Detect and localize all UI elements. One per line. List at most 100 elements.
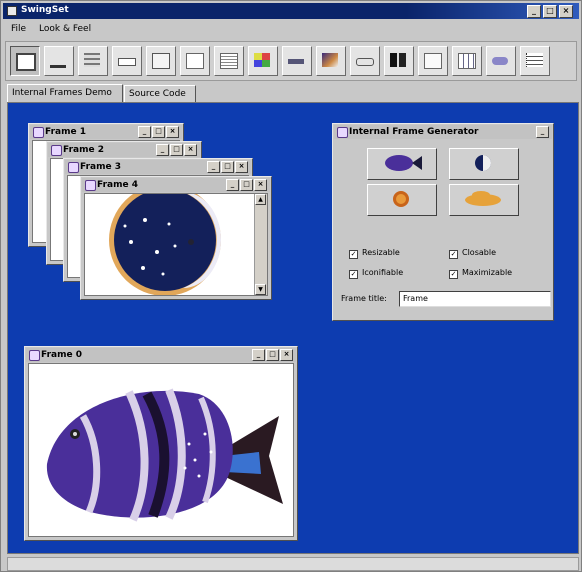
frame-title-bar[interactable]: Frame 2 _ □ × xyxy=(48,143,200,157)
internal-frames-button[interactable] xyxy=(10,46,40,76)
closable-checkbox[interactable]: ✓ Closable xyxy=(449,248,496,259)
frame-title: Frame 0 xyxy=(41,350,82,360)
checkbox-demo-button[interactable] xyxy=(78,46,108,76)
checkbox-check: ✓ xyxy=(449,250,458,259)
frame-content: ▲ ▼ xyxy=(84,193,268,296)
frame-content xyxy=(28,363,294,537)
internal-frame-generator[interactable]: Internal Frame Generator _ ✓ Resizable ✓ C… xyxy=(332,123,554,321)
frame-title-input[interactable]: Frame xyxy=(399,291,551,307)
frame-close-button[interactable]: × xyxy=(254,179,267,191)
scroll-down-arrow[interactable]: ▼ xyxy=(255,284,266,295)
frame-maximize-button[interactable]: □ xyxy=(266,349,279,361)
checkbox-check: ✓ xyxy=(449,270,458,279)
file-chooser-icon xyxy=(152,53,170,69)
frame-title: Frame 1 xyxy=(45,127,86,137)
scroll-pane-demo-button[interactable] xyxy=(316,46,346,76)
frame-maximize-button[interactable]: □ xyxy=(170,144,183,156)
frame-minimize-button[interactable]: _ xyxy=(536,126,549,138)
window-title: SwingSet xyxy=(21,5,69,15)
tree-demo-button[interactable] xyxy=(520,46,550,76)
vertical-scrollbar[interactable]: ▲ ▼ xyxy=(254,194,267,295)
frame-close-button[interactable]: × xyxy=(280,349,293,361)
create-moon-frame-button[interactable] xyxy=(449,148,519,180)
list-demo-button[interactable] xyxy=(180,46,210,76)
maximizable-checkbox[interactable]: ✓ Maximizable xyxy=(449,268,512,279)
table-demo-button[interactable] xyxy=(452,46,482,76)
frame-close-button[interactable]: × xyxy=(166,126,179,138)
frame-minimize-button[interactable]: _ xyxy=(252,349,265,361)
frame-icon xyxy=(68,162,79,173)
menu-bar: File Look & Feel xyxy=(3,21,579,37)
generator-title-bar[interactable]: Internal Frame Generator _ xyxy=(334,125,552,139)
checkbox-label: Closable xyxy=(462,248,496,257)
create-cab-frame-button[interactable] xyxy=(449,184,519,216)
split-pane-demo-button[interactable] xyxy=(384,46,414,76)
frame-icon xyxy=(29,350,40,361)
tab-internal-frames-demo[interactable]: Internal Frames Demo xyxy=(7,84,123,103)
swingset-window: SwingSet _ □ × File Look & Feel Internal… xyxy=(0,0,582,572)
frame-maximize-button[interactable]: □ xyxy=(240,179,253,191)
frame-minimize-button[interactable]: _ xyxy=(207,161,220,173)
list-icon xyxy=(186,53,204,69)
close-button[interactable]: × xyxy=(559,5,573,18)
split-pane-icon xyxy=(390,53,406,67)
frame-maximize-button[interactable]: □ xyxy=(221,161,234,173)
frame-icon xyxy=(51,145,62,156)
internal-frames-icon xyxy=(16,53,36,71)
create-fish-frame-button[interactable] xyxy=(367,148,437,180)
combobox-demo-button[interactable] xyxy=(112,46,142,76)
option-pane-demo-button[interactable] xyxy=(214,46,244,76)
window-title-bar[interactable]: SwingSet _ □ × xyxy=(3,3,579,19)
frame-icon xyxy=(337,127,348,138)
frame-minimize-button[interactable]: _ xyxy=(156,144,169,156)
menu-look-and-feel[interactable]: Look & Feel xyxy=(39,24,91,34)
moon-image xyxy=(109,194,221,295)
frame-title-bar[interactable]: Frame 0 _ □ × xyxy=(26,348,296,362)
combobox-icon xyxy=(118,58,136,66)
cab-icon xyxy=(465,191,501,206)
frame-title-bar[interactable]: Frame 1 _ □ × xyxy=(30,125,182,139)
frame-icon xyxy=(85,180,96,191)
tab-source-code[interactable]: Source Code xyxy=(124,85,196,102)
status-bar xyxy=(7,557,579,571)
frame-title-bar[interactable]: Frame 3 _ □ × xyxy=(65,160,251,174)
maximize-button[interactable]: □ xyxy=(543,5,557,18)
sun-icon xyxy=(393,191,409,207)
slider-icon xyxy=(356,58,374,66)
frame-title-label: Frame title: xyxy=(341,294,387,303)
generator-title: Internal Frame Generator xyxy=(349,127,479,137)
window-controls: _ □ × xyxy=(527,5,573,18)
frame-title-bar[interactable]: Frame 4 _ □ × xyxy=(82,178,270,192)
tabbed-pane-icon xyxy=(424,53,442,69)
minimize-button[interactable]: _ xyxy=(527,5,541,18)
checkbox-label: Iconifiable xyxy=(362,268,404,277)
internal-frame-0[interactable]: Frame 0 _ □ × xyxy=(24,346,298,541)
menu-file[interactable]: File xyxy=(11,24,26,34)
checkbox-icon xyxy=(84,53,100,67)
file-chooser-demo-button[interactable] xyxy=(146,46,176,76)
button-demo-button[interactable] xyxy=(44,46,74,76)
progress-bar-demo-button[interactable] xyxy=(282,46,312,76)
color-chooser-demo-button[interactable] xyxy=(248,46,278,76)
frame-title: Frame 4 xyxy=(97,180,138,190)
internal-frame-4[interactable]: Frame 4 _ □ × ▲ ▼ xyxy=(80,176,272,300)
resizable-checkbox[interactable]: ✓ Resizable xyxy=(349,248,400,259)
frame-title: Frame 3 xyxy=(80,162,121,172)
frame-maximize-button[interactable]: □ xyxy=(152,126,165,138)
text-demo-button[interactable] xyxy=(486,46,516,76)
desktop-pane: Frame 1 _ □ × Frame 2 _ □ × Frame 3 _ □ × xyxy=(7,102,579,554)
java-cup-icon xyxy=(7,6,17,16)
create-sun-frame-button[interactable] xyxy=(367,184,437,216)
frame-title: Frame 2 xyxy=(63,145,104,155)
frame-close-button[interactable]: × xyxy=(184,144,197,156)
tabbed-pane-demo-button[interactable] xyxy=(418,46,448,76)
frame-icon xyxy=(33,127,44,138)
frame-minimize-button[interactable]: _ xyxy=(226,179,239,191)
fish-image xyxy=(46,388,283,522)
text-icon xyxy=(492,57,508,65)
frame-close-button[interactable]: × xyxy=(235,161,248,173)
scroll-up-arrow[interactable]: ▲ xyxy=(255,194,266,205)
iconifiable-checkbox[interactable]: ✓ Iconifiable xyxy=(349,268,403,279)
frame-minimize-button[interactable]: _ xyxy=(138,126,151,138)
slider-demo-button[interactable] xyxy=(350,46,380,76)
